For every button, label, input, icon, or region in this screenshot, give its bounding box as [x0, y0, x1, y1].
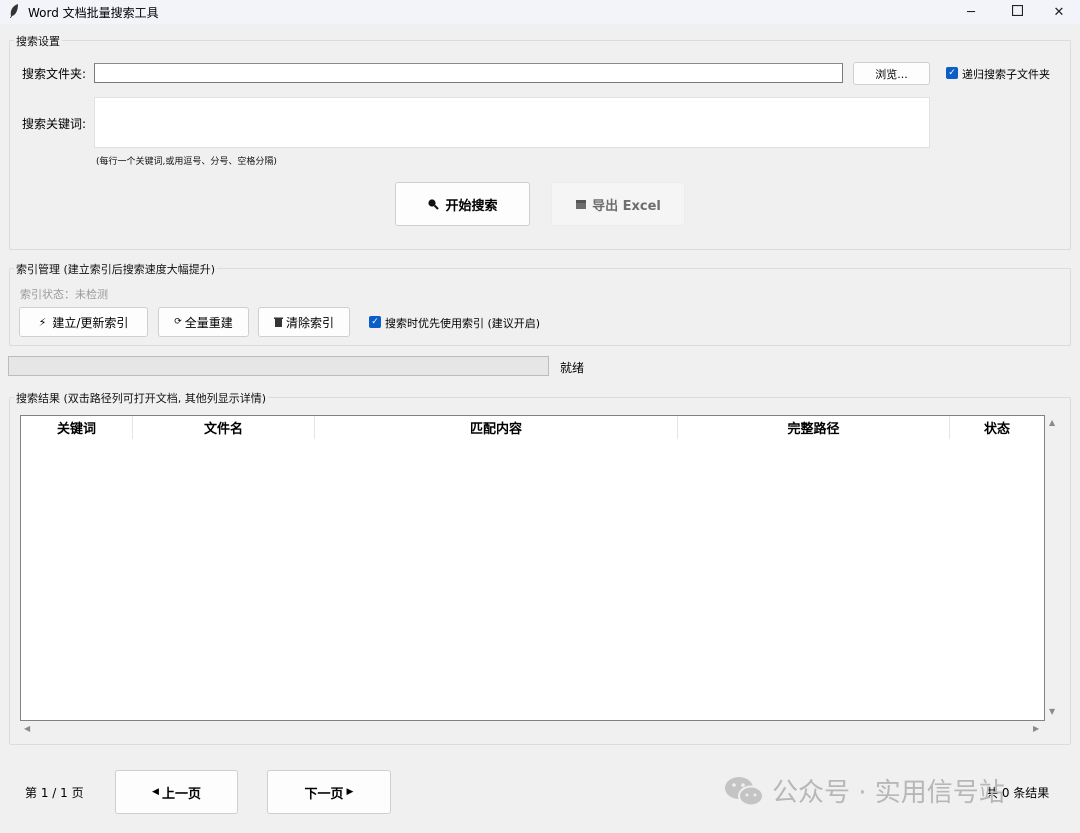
scroll-up-icon[interactable]: ▲ — [1049, 418, 1055, 427]
magnifier-icon — [427, 198, 440, 210]
column-header-keyword[interactable]: 关键词 — [21, 416, 133, 439]
search-settings-label: 搜索设置 — [14, 33, 62, 49]
maximize-icon — [1011, 4, 1023, 20]
keywords-hint: (每行一个关键词,或用逗号、分号、空格分隔) — [96, 157, 277, 167]
column-header-status[interactable]: 状态 — [950, 416, 1044, 439]
folder-input[interactable] — [94, 63, 843, 83]
rebuild-index-button[interactable]: ⟳ 全量重建 — [158, 307, 249, 337]
recursive-checkbox[interactable]: ✓ — [946, 67, 958, 79]
maximize-button[interactable] — [994, 0, 1040, 24]
start-search-button[interactable]: 开始搜索 — [395, 182, 530, 226]
browse-button[interactable]: 浏览... — [853, 62, 930, 85]
use-index-checkbox[interactable]: ✓ — [369, 316, 381, 328]
recursive-label: 递归搜索子文件夹 — [962, 68, 1050, 81]
results-table[interactable]: 关键词 文件名 匹配内容 完整路径 状态 — [20, 415, 1045, 721]
build-index-label: 建立/更新索引 — [52, 315, 129, 330]
clear-index-label: 清除索引 — [285, 315, 334, 330]
page-indicator: 第 1 / 1 页 — [25, 786, 84, 800]
minimize-button[interactable]: ─ — [948, 0, 994, 24]
folder-label: 搜索文件夹: — [22, 67, 87, 81]
prev-page-button[interactable]: ◀ 上一页 — [115, 770, 238, 814]
column-header-match[interactable]: 匹配内容 — [315, 416, 678, 439]
export-excel-label: 导出 Excel — [592, 198, 661, 214]
start-search-label: 开始搜索 — [445, 198, 498, 214]
next-page-button[interactable]: 下一页 ▶ — [267, 770, 391, 814]
column-header-path[interactable]: 完整路径 — [678, 416, 950, 439]
vertical-scrollbar[interactable]: ▲ ▼ — [1046, 415, 1060, 721]
build-index-button[interactable]: ⚡ 建立/更新索引 — [19, 307, 148, 337]
scroll-right-icon[interactable]: ▶ — [1033, 724, 1039, 733]
title-bar: Word 文档批量搜索工具 ─ ✕ — [0, 0, 1080, 24]
triangle-right-icon: ▶ — [346, 787, 354, 797]
close-button[interactable]: ✕ — [1036, 0, 1080, 24]
use-index-label: 搜索时优先使用索引 (建议开启) — [385, 317, 541, 330]
results-header: 关键词 文件名 匹配内容 完整路径 状态 — [21, 416, 1044, 439]
scroll-down-icon[interactable]: ▼ — [1049, 707, 1055, 716]
triangle-left-icon: ◀ — [152, 787, 159, 797]
export-excel-button[interactable]: 导出 Excel — [551, 182, 685, 226]
minimize-icon: ─ — [967, 4, 975, 20]
next-page-label: 下一页 — [304, 786, 344, 802]
index-group-label: 索引管理 (建立索引后搜索速度大幅提升) — [14, 261, 218, 277]
rebuild-index-label: 全量重建 — [184, 315, 233, 330]
scroll-left-icon[interactable]: ◀ — [24, 724, 30, 733]
watermark-text: 公众号 · 实用信号站 — [772, 778, 1005, 808]
window-title: Word 文档批量搜索工具 — [28, 6, 159, 20]
status-text: 就绪 — [560, 361, 585, 375]
horizontal-scrollbar[interactable]: ◀ ▶ — [20, 722, 1045, 736]
keywords-label: 搜索关键词: — [22, 117, 87, 131]
wechat-icon — [724, 774, 764, 808]
prev-page-label: 上一页 — [161, 786, 201, 802]
progress-bar — [8, 356, 549, 376]
keywords-textarea[interactable] — [94, 97, 930, 148]
refresh-icon: ⟳ — [174, 317, 182, 327]
feather-icon — [8, 3, 20, 19]
clear-index-button[interactable]: 清除索引 — [258, 307, 350, 337]
box-icon — [575, 198, 587, 210]
close-icon: ✕ — [1053, 4, 1065, 20]
lightning-icon: ⚡ — [38, 315, 47, 329]
index-status: 索引状态：未检测 — [20, 288, 108, 301]
trash-icon — [273, 317, 283, 327]
results-group-label: 搜索结果 (双击路径列可打开文档, 其他列显示详情) — [14, 390, 269, 406]
column-header-filename[interactable]: 文件名 — [133, 416, 315, 439]
watermark: 公众号 · 实用信号站 — [724, 772, 1005, 809]
